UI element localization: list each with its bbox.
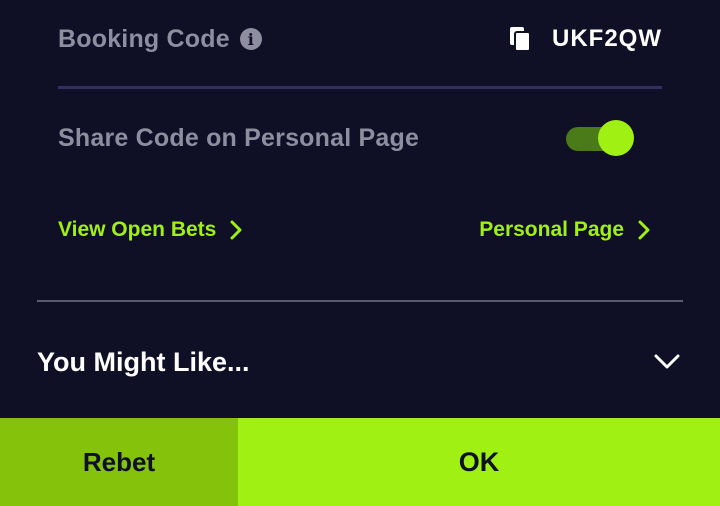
booking-code-value-group[interactable]: UKF2QW <box>508 25 662 53</box>
ok-button[interactable]: OK <box>238 418 720 506</box>
divider <box>58 86 662 89</box>
chevron-right-icon <box>230 220 242 240</box>
bet-confirmation-panel: Booking Code i UKF2QW Share Code on Pers… <box>0 0 720 506</box>
personal-page-label: Personal Page <box>479 218 624 241</box>
toggle-knob <box>598 120 634 156</box>
links-row: View Open Bets Personal Page <box>58 210 650 250</box>
copy-icon[interactable] <box>508 26 532 52</box>
chevron-right-icon <box>638 220 650 240</box>
booking-code-row: Booking Code i UKF2QW <box>58 16 662 62</box>
booking-code-label-group: Booking Code i <box>58 25 262 54</box>
booking-code-value: UKF2QW <box>552 25 662 52</box>
share-code-row: Share Code on Personal Page <box>58 116 634 160</box>
section-divider <box>37 300 683 302</box>
view-open-bets-label: View Open Bets <box>58 218 217 241</box>
personal-page-link[interactable]: Personal Page <box>479 218 650 242</box>
chevron-down-icon[interactable] <box>654 354 680 370</box>
info-icon[interactable]: i <box>239 28 262 50</box>
you-might-like-header[interactable]: You Might Like... <box>37 340 680 384</box>
you-might-like-title: You Might Like... <box>37 346 250 377</box>
share-code-label: Share Code on Personal Page <box>58 123 420 152</box>
share-code-toggle[interactable] <box>566 120 634 156</box>
action-bar: Rebet OK <box>0 418 720 506</box>
rebet-button[interactable]: Rebet <box>0 418 238 506</box>
booking-code-label: Booking Code <box>58 24 230 53</box>
view-open-bets-link[interactable]: View Open Bets <box>58 218 242 242</box>
